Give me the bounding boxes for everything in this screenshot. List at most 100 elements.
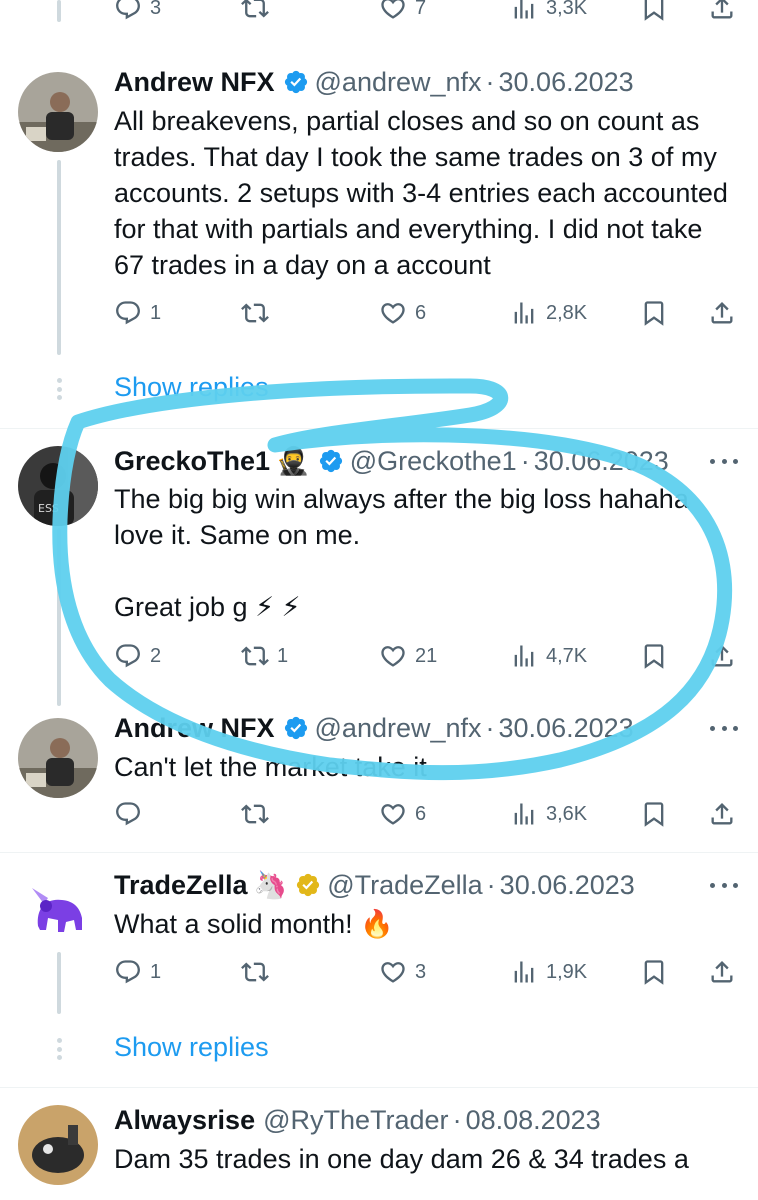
reply-button[interactable]: 2 [114, 638, 161, 674]
like-button[interactable]: 6 [379, 295, 426, 331]
bookmark-button[interactable] [640, 796, 668, 832]
svg-text:ESS: ESS [38, 502, 59, 515]
action-bar: 1 6 2,8K [114, 295, 744, 331]
reply-button[interactable]: 1 [114, 954, 161, 990]
bookmark-icon [640, 299, 668, 327]
retweet-icon [241, 958, 269, 986]
views-icon [510, 0, 538, 22]
action-bar: 2 1 21 4,7K [114, 638, 744, 674]
like-button[interactable]: 21 [379, 638, 437, 674]
bookmark-button[interactable] [640, 954, 668, 990]
share-button[interactable] [708, 0, 736, 26]
timestamp[interactable]: 08.08.2023 [466, 1103, 601, 1137]
tweet-text: Can't let the market take it [114, 752, 427, 782]
verified-badge-icon [283, 69, 309, 95]
share-icon [708, 958, 736, 986]
share-icon [708, 642, 736, 670]
share-button[interactable] [708, 954, 736, 990]
avatar[interactable] [18, 72, 98, 152]
tweet-text: What a solid month! 🔥 [114, 909, 394, 939]
retweet-icon [241, 0, 269, 22]
tweet-header: Alwaysrise @RyTheTrader · 08.08.2023 [114, 1103, 601, 1137]
separator: · [486, 870, 496, 900]
action-bar: 6 3,6K [114, 796, 744, 832]
share-icon [708, 299, 736, 327]
reply-icon [114, 958, 142, 986]
timestamp[interactable]: 30.06.2023 [500, 868, 635, 902]
separator: · [485, 713, 495, 743]
reply-button[interactable]: 1 [114, 295, 161, 331]
thread-continuation-dots [55, 1038, 63, 1060]
top-action-bar: 3 7 3,3K [114, 0, 744, 26]
thread-line [57, 528, 61, 706]
bookmark-button[interactable] [640, 638, 668, 674]
display-name[interactable]: GreckoThe1 [114, 444, 270, 478]
tweet-text: All breakevens, partial closes and so on… [114, 106, 736, 280]
share-button[interactable] [708, 295, 736, 331]
timestamp[interactable]: 30.06.2023 [534, 444, 669, 478]
reply-icon [114, 299, 142, 327]
views-button[interactable]: 3,3K [510, 0, 587, 26]
views-icon [510, 299, 538, 327]
like-button[interactable]: 6 [379, 796, 426, 832]
more-icon[interactable] [710, 457, 738, 465]
separator: · [520, 446, 530, 476]
bookmark-button[interactable] [640, 295, 668, 331]
avatar[interactable] [18, 868, 98, 948]
divider [0, 1087, 758, 1088]
views-button[interactable]: 4,7K [510, 638, 587, 674]
avatar[interactable]: ESS [18, 446, 98, 526]
display-name[interactable]: Andrew NFX [114, 65, 275, 99]
more-icon[interactable] [710, 881, 738, 889]
retweet-button[interactable]: 1 [241, 638, 288, 674]
views-button[interactable]: 1,9K [510, 954, 587, 990]
display-name[interactable]: Andrew NFX [114, 711, 275, 745]
action-bar: 1 3 1,9K [114, 954, 744, 990]
retweet-icon [241, 642, 269, 670]
like-button[interactable]: 3 [379, 954, 426, 990]
reply-icon [114, 0, 142, 22]
heart-icon [379, 800, 407, 828]
bookmark-button[interactable] [640, 0, 668, 26]
views-icon [510, 958, 538, 986]
name-emoji: 🥷 [276, 446, 310, 476]
thread-line [57, 160, 61, 355]
handle[interactable]: @andrew_nfx [315, 65, 482, 99]
retweet-button[interactable] [241, 0, 269, 26]
retweet-button[interactable] [241, 796, 269, 832]
show-replies-link[interactable]: Show replies [114, 372, 269, 403]
tweet-header: GreckoThe1 🥷 @Greckothe1 · 30.06.2023 [114, 444, 669, 478]
views-button[interactable]: 2,8K [510, 295, 587, 331]
display-name[interactable]: TradeZella [114, 868, 248, 902]
reply-button[interactable]: 3 [114, 0, 161, 26]
reply-icon [114, 800, 142, 828]
bookmark-icon [640, 958, 668, 986]
share-button[interactable] [708, 796, 736, 832]
show-replies-link[interactable]: Show replies [114, 1032, 269, 1063]
handle[interactable]: @TradeZella [327, 868, 482, 902]
share-icon [708, 0, 736, 22]
bookmark-icon [640, 800, 668, 828]
like-button[interactable]: 7 [379, 0, 426, 26]
display-name[interactable]: Alwaysrise [114, 1103, 255, 1137]
avatar[interactable] [18, 1105, 98, 1185]
timestamp[interactable]: 30.06.2023 [499, 711, 634, 745]
reply-button[interactable] [114, 796, 142, 832]
divider [0, 428, 758, 429]
retweet-button[interactable] [241, 295, 269, 331]
heart-icon [379, 958, 407, 986]
tweet-header: Andrew NFX @andrew_nfx · 30.06.2023 [114, 711, 634, 745]
views-icon [510, 800, 538, 828]
retweet-button[interactable] [241, 954, 269, 990]
views-button[interactable]: 3,6K [510, 796, 587, 832]
timestamp[interactable]: 30.06.2023 [499, 65, 634, 99]
share-button[interactable] [708, 638, 736, 674]
bookmark-icon [640, 642, 668, 670]
separator: · [452, 1105, 462, 1135]
avatar[interactable] [18, 718, 98, 798]
more-icon[interactable] [710, 724, 738, 732]
handle[interactable]: @andrew_nfx [315, 711, 482, 745]
handle[interactable]: @Greckothe1 [350, 444, 517, 478]
separator: · [485, 67, 495, 97]
handle[interactable]: @RyTheTrader [263, 1103, 448, 1137]
